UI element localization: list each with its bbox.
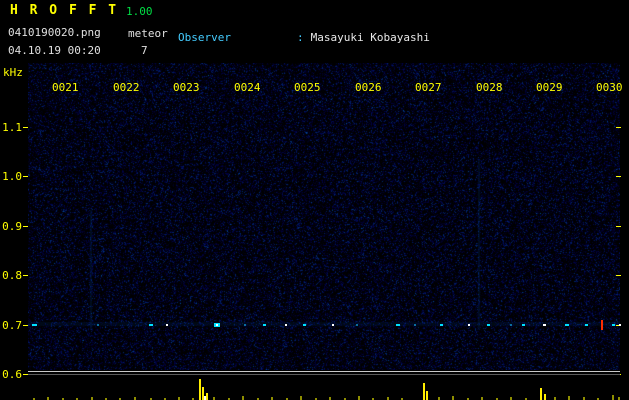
observation-timestamp: 04.10.19 00:20: [8, 44, 101, 57]
level-spike: [242, 396, 244, 400]
echo-count: 7: [141, 44, 148, 57]
y-axis-tick: [23, 176, 28, 177]
hrofft-screen: H R O F F T 1.00 0410190020.png meteor 0…: [0, 0, 629, 400]
y-axis-tick: [23, 127, 28, 128]
level-spike: [544, 394, 546, 400]
x-tick-label: 0021: [52, 81, 79, 94]
x-tick-label: 0029: [536, 81, 563, 94]
y-tick-label: 1.0: [2, 170, 22, 183]
level-spike: [612, 395, 614, 400]
y-axis-tick: [616, 176, 621, 177]
x-tick-label: 0027: [415, 81, 442, 94]
y-tick-label: 0.7: [2, 319, 22, 332]
level-spike: [300, 396, 302, 400]
info-value-observer: Masayuki Kobayashi: [310, 31, 430, 44]
y-axis-tick: [23, 325, 28, 326]
y-axis-unit: kHz: [3, 66, 23, 79]
y-tick-label: 1.1: [2, 121, 22, 134]
x-tick-label: 0025: [294, 81, 321, 94]
level-panel: [28, 375, 620, 400]
info-row-observer: Observer: Masayuki Kobayashi: [178, 31, 622, 44]
y-tick-label: 0.6: [2, 368, 22, 381]
y-axis-tick: [23, 275, 28, 276]
info-colon: :: [297, 31, 304, 44]
y-axis-tick: [616, 226, 621, 227]
observation-mode: meteor: [128, 27, 168, 40]
level-spike: [358, 396, 360, 400]
level-spike: [452, 396, 454, 400]
info-label-observer: Observer: [178, 31, 231, 44]
y-axis-tick: [616, 325, 621, 326]
app-title: H R O F F T: [10, 3, 119, 18]
y-axis-tick: [616, 127, 621, 128]
x-tick-label: 0026: [355, 81, 382, 94]
x-tick-label: 0023: [173, 81, 200, 94]
level-spike: [540, 388, 542, 400]
y-tick-label: 0.8: [2, 269, 22, 282]
app-version: 1.00: [126, 5, 153, 18]
level-spike: [206, 393, 208, 400]
x-tick-label: 0028: [476, 81, 503, 94]
separator-line-top: [28, 371, 620, 372]
spectrogram-noise: [28, 63, 620, 370]
y-axis-tick: [23, 226, 28, 227]
x-tick-label: 0024: [234, 81, 261, 94]
x-tick-label: 0022: [113, 81, 140, 94]
y-tick-label: 0.9: [2, 220, 22, 233]
y-axis-tick: [616, 275, 621, 276]
level-spike: [423, 383, 425, 400]
level-spike: [426, 391, 428, 400]
level-spike: [199, 379, 201, 400]
output-filename: 0410190020.png: [8, 26, 101, 39]
level-spike: [568, 396, 570, 400]
x-tick-label: 0030: [596, 81, 623, 94]
